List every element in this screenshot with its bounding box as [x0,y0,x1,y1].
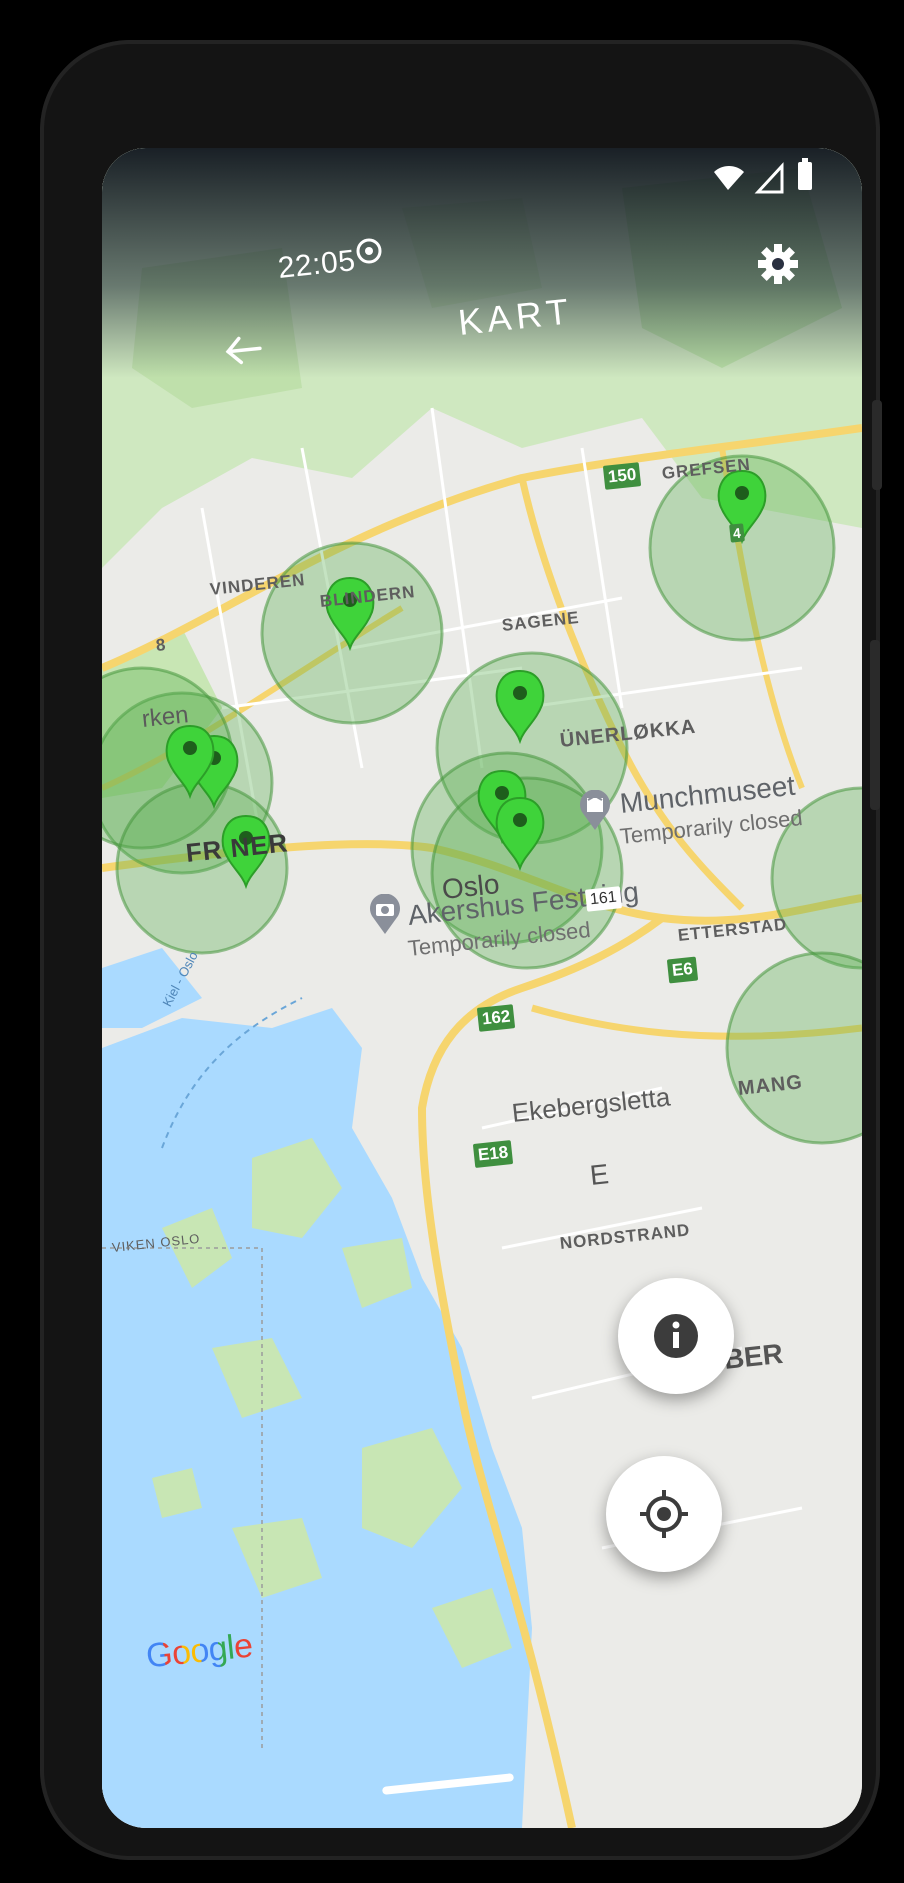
map-canvas[interactable] [102,148,862,1828]
app-screen: 4 GREFSEN VINDEREN BLINDERN SAGENE ÜNERL… [102,148,862,1828]
road-badge-e6: E6 [666,956,698,984]
label-partial-8: 8 [154,634,168,655]
info-icon [654,1314,698,1358]
settings-button[interactable] [750,236,806,292]
label-partial-west: rken [140,701,190,733]
volume-button [872,400,882,490]
camera-icon [370,893,400,934]
place-munchmuseet[interactable] [578,789,612,835]
road-badge-e18: E18 [472,1140,514,1168]
road-badge-161: 161 [584,886,622,912]
my-location-button[interactable] [606,1456,722,1572]
cluster-count-badge: 4 [729,523,745,543]
gear-icon [758,244,798,284]
status-icons [714,158,812,194]
museum-icon [580,789,610,830]
wifi-icon [714,166,744,190]
info-button[interactable] [618,1278,734,1394]
label-partial-e: E [588,1158,611,1191]
battery-icon [798,162,812,190]
arrow-left-icon [225,336,262,365]
gps-target-icon [640,1490,688,1538]
road-badge-150: 150 [602,462,642,490]
place-akershus[interactable] [368,893,402,939]
signal-icon [754,162,784,194]
location-status-icon [356,238,382,264]
back-button[interactable] [216,326,272,374]
phone-frame: 4 GREFSEN VINDEREN BLINDERN SAGENE ÜNERL… [40,40,882,1860]
power-button [870,640,880,810]
road-badge-162: 162 [476,1004,516,1032]
